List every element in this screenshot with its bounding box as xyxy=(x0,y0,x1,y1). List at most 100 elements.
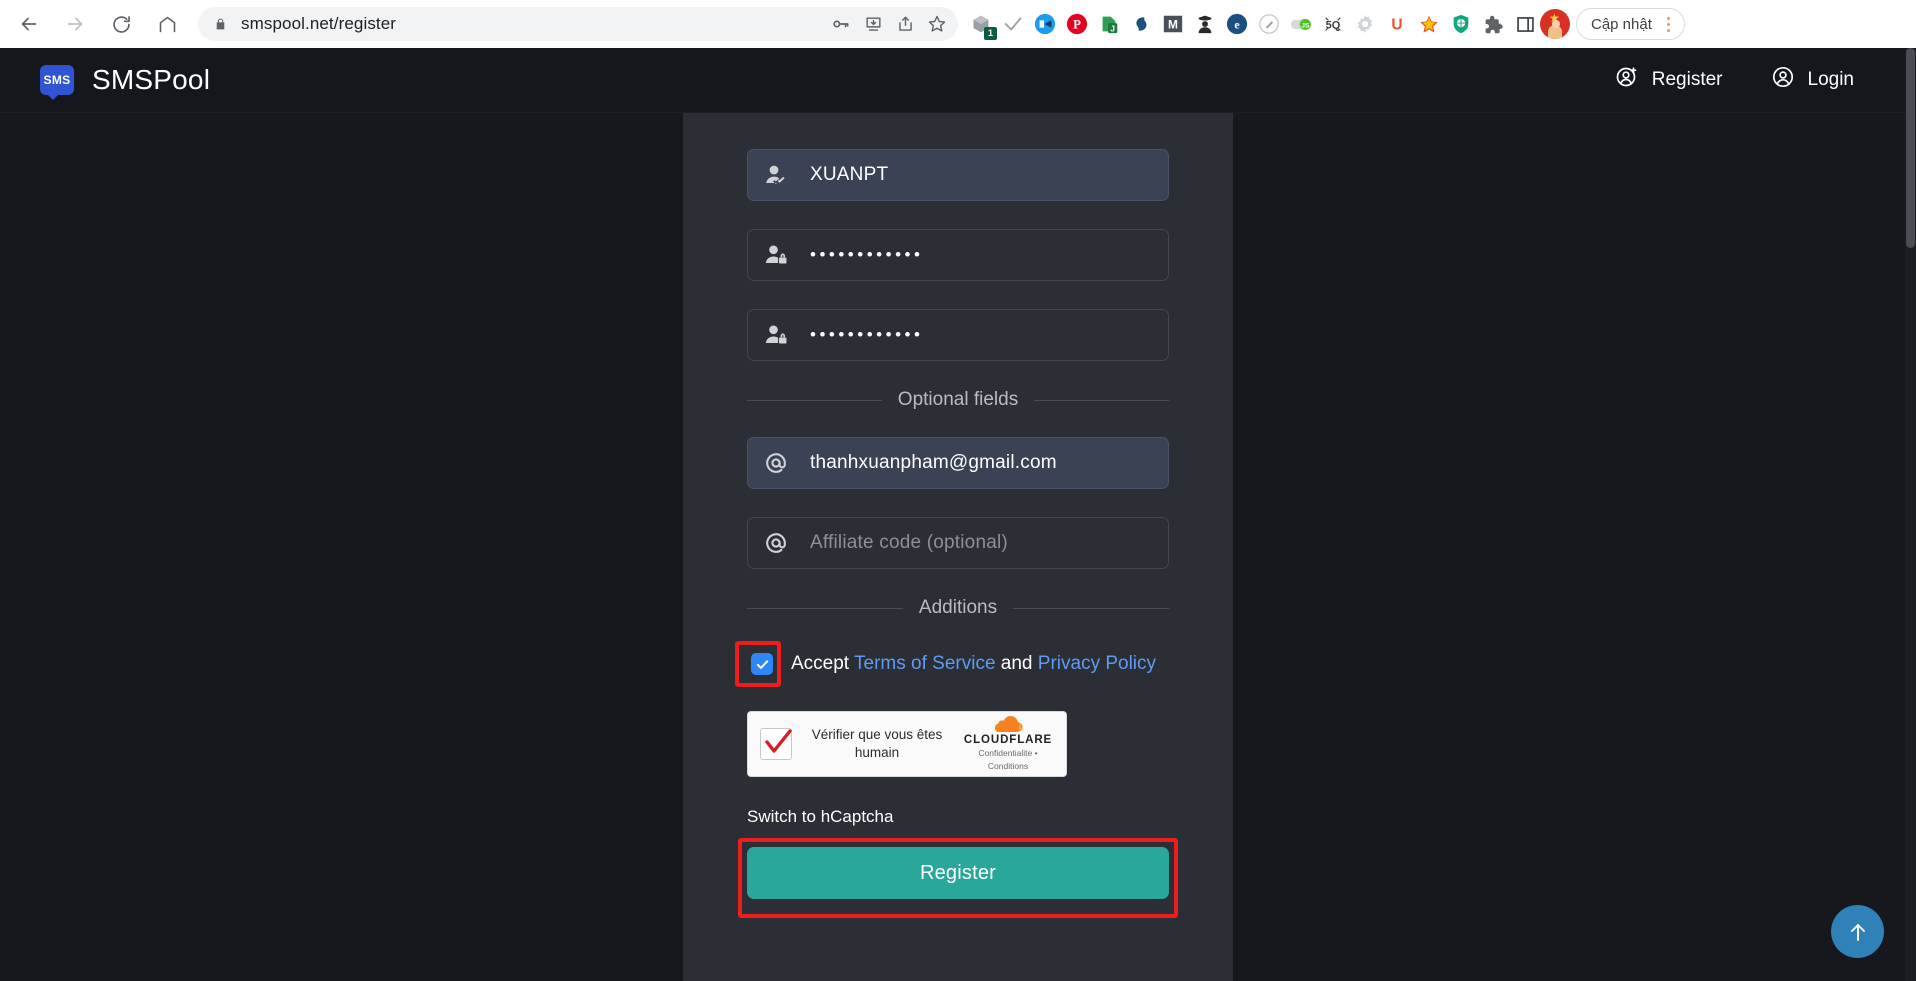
url-text: smspool.net/register xyxy=(241,14,397,33)
accept-prefix: Accept xyxy=(791,653,855,674)
terms-of-service-link[interactable]: Terms of Service xyxy=(854,653,995,674)
header-register-label: Register xyxy=(1651,69,1723,90)
page-scrollbar[interactable] xyxy=(1905,48,1916,981)
at-sign-icon xyxy=(764,531,798,555)
pinterest-extension-icon[interactable]: P xyxy=(1062,9,1092,39)
cube-extension-icon[interactable]: 1 xyxy=(966,9,997,40)
svg-text:e: e xyxy=(1234,18,1239,32)
password-input[interactable]: •••••••••••• xyxy=(747,229,1169,281)
svg-text:P: P xyxy=(1073,18,1081,32)
svg-text:J: J xyxy=(1110,24,1115,33)
accept-terms-checkbox[interactable] xyxy=(751,653,773,675)
site-header: SMS SMSPool Register Login xyxy=(0,48,1916,113)
optional-fields-label: Optional fields xyxy=(897,389,1019,410)
svg-text:JS: JS xyxy=(1301,22,1310,29)
mega-extension-icon[interactable]: M xyxy=(1158,9,1188,39)
turnstile-privacy-text[interactable]: Confidentialite • xyxy=(962,748,1054,759)
incognito-spy-extension-icon[interactable] xyxy=(1190,9,1220,39)
user-circle-icon xyxy=(1771,65,1795,95)
additions-label: Additions xyxy=(918,597,998,618)
browser-menu-icon[interactable] xyxy=(1658,16,1680,32)
brand-name: SMSPool xyxy=(92,64,211,95)
affiliate-code-input[interactable]: Affiliate code (optional) xyxy=(747,517,1169,569)
accept-terms-text: Accept Terms of Service and Privacy Poli… xyxy=(791,653,1156,675)
pencil-circle-extension-icon[interactable] xyxy=(1254,9,1284,39)
svg-text:U: U xyxy=(1391,17,1402,34)
javascript-toggle-extension-icon[interactable]: JS xyxy=(1286,9,1316,39)
cloudflare-logo: CLOUDFLARE Confidentialite • Conditions xyxy=(962,716,1054,771)
avatar[interactable]: ★ xyxy=(1540,9,1570,39)
checkmark-extension-icon[interactable] xyxy=(998,9,1028,39)
privacy-policy-link[interactable]: Privacy Policy xyxy=(1038,653,1156,674)
header-actions: Register Login xyxy=(1615,65,1886,95)
affiliate-code-placeholder: Affiliate code (optional) xyxy=(810,532,1008,553)
username-input[interactable]: XUANPT xyxy=(747,149,1169,201)
password-key-icon[interactable] xyxy=(826,9,856,39)
user-lock-icon xyxy=(764,323,798,347)
ethereum-wallet-extension-icon[interactable]: e xyxy=(1222,9,1252,39)
browser-chrome: smspool.net/register 1 P J M e JS 5Q U ★… xyxy=(0,0,1916,48)
turnstile-terms-text[interactable]: Conditions xyxy=(962,761,1054,772)
cloudflare-cloud-icon xyxy=(995,716,1023,733)
omnibox-action-icons xyxy=(826,7,952,41)
update-button[interactable]: Cập nhật xyxy=(1576,8,1685,40)
address-bar[interactable]: smspool.net/register xyxy=(198,7,958,41)
cloudflare-turnstile-widget[interactable]: Vérifier que vous êtes humain CLOUDFLARE… xyxy=(747,711,1067,777)
side-panel-icon[interactable] xyxy=(1510,9,1540,39)
confirm-password-input[interactable]: •••••••••••• xyxy=(747,309,1169,361)
extensions-tray: 1 P J M e JS 5Q U xyxy=(966,9,1540,40)
gear-extension-icon[interactable] xyxy=(1350,9,1380,39)
content-area: XUANPT •••••••••••• •••••••••••• Optiona… xyxy=(0,113,1916,981)
user-lock-icon xyxy=(764,243,798,267)
accept-terms-row: Accept Terms of Service and Privacy Poli… xyxy=(735,641,1169,687)
forward-icon[interactable] xyxy=(54,3,96,45)
svg-text:M: M xyxy=(1168,18,1178,32)
optional-fields-divider: Optional fields xyxy=(747,389,1169,411)
turnstile-label: Vérifier que vous êtes humain xyxy=(811,726,943,760)
header-login-label: Login xyxy=(1807,69,1855,90)
password-value: •••••••••••• xyxy=(810,245,924,264)
turnstile-checkbox[interactable] xyxy=(760,728,792,760)
puzzle-extensions-icon[interactable] xyxy=(1478,9,1508,39)
user-plus-icon xyxy=(1615,65,1639,95)
kameleo-extension-icon[interactable] xyxy=(1030,9,1060,39)
header-register-link[interactable]: Register xyxy=(1615,65,1723,95)
u-extension-icon[interactable]: U xyxy=(1382,9,1412,39)
confirm-password-value: •••••••••••• xyxy=(810,325,924,344)
register-button-wrapper: Register xyxy=(738,838,1178,918)
star-extension-icon[interactable] xyxy=(1414,9,1444,39)
scrollbar-thumb[interactable] xyxy=(1906,48,1915,248)
accept-conjunction: and xyxy=(995,653,1038,674)
browser-nav-buttons xyxy=(0,3,188,45)
bookmark-star-icon[interactable] xyxy=(922,9,952,39)
switch-captcha-link[interactable]: Switch to hCaptcha xyxy=(747,807,1169,827)
register-submit-button[interactable]: Register xyxy=(747,847,1169,899)
brand[interactable]: SMS SMSPool xyxy=(30,64,211,100)
register-form-card: XUANPT •••••••••••• •••••••••••• Optiona… xyxy=(683,113,1233,981)
lock-icon xyxy=(214,16,227,32)
smspool-logo-icon: SMS xyxy=(40,65,74,100)
reload-icon[interactable] xyxy=(100,3,142,45)
home-icon[interactable] xyxy=(146,3,188,45)
install-download-icon[interactable] xyxy=(858,9,888,39)
svg-text:5Q: 5Q xyxy=(1326,20,1341,32)
extension-badge-count: 1 xyxy=(984,27,997,40)
web-page: SMS SMSPool Register Login XUANPT ••••••… xyxy=(0,48,1916,981)
share-icon[interactable] xyxy=(890,9,920,39)
at-sign-icon xyxy=(764,451,798,475)
json-viewer-extension-icon[interactable]: J xyxy=(1094,9,1124,39)
additions-divider: Additions xyxy=(747,597,1169,619)
avatar-head xyxy=(1552,20,1560,28)
user-check-icon xyxy=(764,163,798,187)
email-input[interactable]: thanhxuanpham@gmail.com xyxy=(747,437,1169,489)
back-icon[interactable] xyxy=(8,3,50,45)
header-login-link[interactable]: Login xyxy=(1771,65,1855,95)
update-label: Cập nhật xyxy=(1591,15,1652,33)
scroll-to-top-button[interactable] xyxy=(1831,905,1884,958)
shield-globe-extension-icon[interactable] xyxy=(1446,9,1476,39)
swirl-extension-icon[interactable] xyxy=(1126,9,1156,39)
username-value: XUANPT xyxy=(810,164,889,185)
cloudflare-wordmark: CLOUDFLARE xyxy=(963,734,1053,747)
sq-snowflake-extension-icon[interactable]: 5Q xyxy=(1318,9,1348,39)
email-value: thanhxuanpham@gmail.com xyxy=(810,452,1057,473)
